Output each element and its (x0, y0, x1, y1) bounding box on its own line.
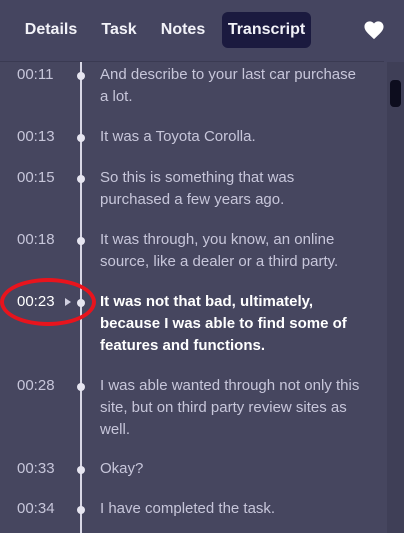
transcript-text: It was through, you know, an online sour… (100, 231, 339, 270)
timestamp[interactable]: 00:15 (17, 167, 55, 189)
tab-divider (0, 61, 384, 62)
transcript-text: I have completed the task. (100, 500, 276, 517)
tab-details[interactable]: Details (16, 12, 86, 48)
transcript-text: It was not that bad, ultimately, because… (100, 293, 347, 354)
highlight-annotation (0, 278, 96, 326)
timeline-dot (77, 175, 85, 183)
scrollbar-track[interactable] (387, 62, 404, 533)
transcript-text: I was able wanted through not only this … (100, 377, 360, 438)
timeline-dot (77, 134, 85, 142)
timestamp[interactable]: 00:18 (17, 229, 55, 251)
timeline-dot (77, 72, 85, 80)
timestamp[interactable]: 00:33 (17, 458, 55, 480)
timestamp[interactable]: 00:34 (17, 498, 55, 520)
timeline-dot (77, 237, 85, 245)
timestamp[interactable]: 00:11 (17, 64, 53, 86)
tab-task[interactable]: Task (96, 12, 142, 48)
heart-icon[interactable] (363, 20, 385, 40)
tab-bar: Details Task Notes Transcript (0, 0, 404, 62)
tab-transcript[interactable]: Transcript (222, 12, 311, 48)
transcript-text: So this is something that was purchased … (100, 169, 295, 208)
timestamp[interactable]: 00:13 (17, 126, 55, 148)
tab-notes[interactable]: Notes (154, 12, 212, 48)
timestamp[interactable]: 00:28 (17, 375, 55, 397)
timeline-dot (77, 466, 85, 474)
timeline-dot (77, 506, 85, 514)
transcript-text: It was a Toyota Corolla. (100, 128, 256, 145)
scrollbar-thumb[interactable] (390, 80, 401, 107)
timeline-dot (77, 383, 85, 391)
transcript-text: And describe to your last car purchase a… (100, 66, 356, 105)
transcript-text: Okay? (100, 460, 144, 477)
